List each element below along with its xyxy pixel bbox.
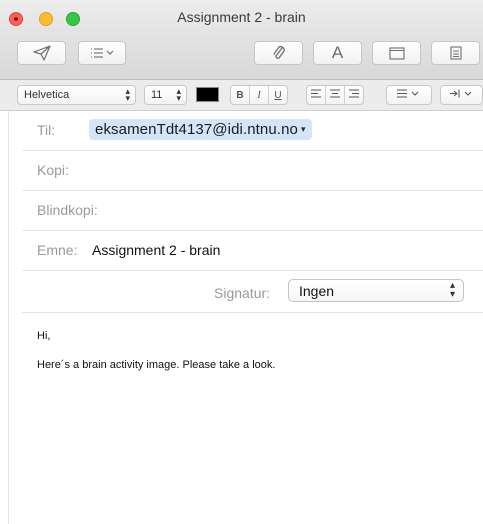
font-size-select[interactable]: 11 ▴ ▾	[144, 85, 187, 105]
greeting-text: Hi,	[37, 330, 51, 342]
message-body[interactable]: Hi, Here´s a brain activity image. Pleas…	[37, 330, 467, 371]
calculator-icon	[449, 46, 462, 60]
format-bar: Helvetica ▴ ▾ 11 ▴ ▾ B I U	[0, 80, 483, 111]
signature-value: Ingen	[299, 283, 335, 299]
bcc-label: Blindkopi:	[37, 202, 98, 218]
paperclip-icon	[272, 44, 286, 62]
mail-compose-window: Assignment 2 - brain A Helvetica ▴ ▾ 11 …	[0, 0, 483, 524]
bcc-row[interactable]: Blindkopi:	[22, 191, 483, 231]
to-row[interactable]: Til: eksamenTdt4137@idi.ntnu.no ▾	[22, 111, 483, 151]
align-left-icon	[311, 89, 321, 101]
indent-select[interactable]	[440, 85, 483, 105]
align-center-button[interactable]	[326, 86, 345, 104]
title-bar: Assignment 2 - brain A	[0, 0, 483, 80]
bold-button[interactable]: B	[231, 86, 250, 104]
list-style-select[interactable]	[386, 85, 432, 105]
header-divider	[22, 312, 483, 313]
signature-label: Signatur:	[214, 285, 271, 301]
updown-icon: ▴ ▾	[176, 86, 181, 103]
signature-select[interactable]: Ingen ▴ ▾	[288, 279, 464, 302]
fonts-button[interactable]: A	[313, 41, 362, 65]
subject-label: Emne:	[37, 242, 78, 258]
header-fields-button[interactable]	[78, 41, 126, 65]
list-icon	[89, 47, 115, 59]
indent-icon	[449, 89, 475, 101]
font-family-select[interactable]: Helvetica ▴ ▾	[17, 85, 136, 105]
attach-button[interactable]	[254, 41, 303, 65]
text-style-buttons: B I U	[230, 85, 288, 105]
updown-icon: ▴ ▾	[449, 280, 455, 300]
to-label: Til:	[37, 122, 56, 138]
cc-label: Kopi:	[37, 162, 69, 178]
chevron-down-icon: ▾	[300, 124, 306, 134]
italic-button[interactable]: I	[250, 86, 269, 104]
window-left-edge	[8, 111, 9, 524]
alignment-buttons	[306, 85, 364, 105]
updown-icon: ▴ ▾	[125, 86, 130, 103]
subject-row[interactable]: Emne: Assignment 2 - brain	[22, 231, 483, 271]
recipient-address: eksamenTdt4137@idi.ntnu.no	[95, 121, 298, 138]
format-bar-button[interactable]	[431, 41, 480, 65]
align-left-button[interactable]	[307, 86, 326, 104]
cc-row[interactable]: Kopi:	[22, 151, 483, 191]
font-family-value: Helvetica	[24, 89, 70, 101]
align-center-icon	[330, 89, 340, 101]
font-size-value: 11	[151, 89, 163, 101]
send-button[interactable]	[17, 41, 66, 65]
subject-field[interactable]: Assignment 2 - brain	[92, 242, 220, 258]
window-icon	[388, 46, 405, 60]
paper-plane-icon	[32, 45, 51, 61]
window-title: Assignment 2 - brain	[177, 9, 306, 25]
underline-button[interactable]: U	[269, 86, 287, 104]
photo-browser-button[interactable]	[372, 41, 421, 65]
body-text: Here´s a brain activity image. Please ta…	[37, 359, 276, 371]
align-right-button[interactable]	[345, 86, 363, 104]
recipient-token[interactable]: eksamenTdt4137@idi.ntnu.no ▾	[89, 119, 312, 140]
align-right-icon	[349, 89, 359, 101]
list-icon	[397, 89, 421, 101]
text-color-swatch[interactable]	[196, 87, 219, 102]
